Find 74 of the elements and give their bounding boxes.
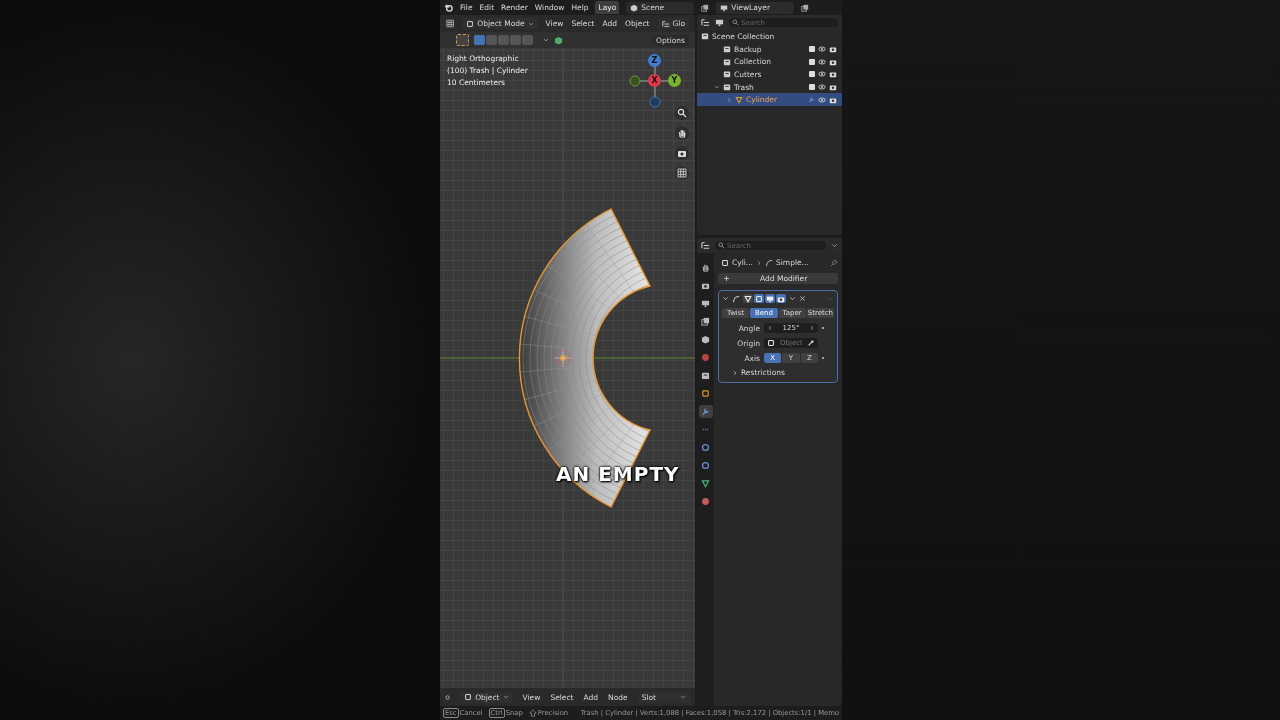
eye-icon[interactable]: [818, 95, 826, 104]
plus-icon: [723, 275, 730, 282]
editor-type-icon[interactable]: [445, 692, 451, 702]
zoom-icon[interactable]: [677, 108, 687, 118]
camera-icon[interactable]: [829, 70, 837, 79]
select-tool-icon[interactable]: [456, 34, 469, 46]
caret-icon[interactable]: [789, 295, 796, 302]
scene-icon: [630, 3, 639, 12]
eye-icon[interactable]: [818, 70, 826, 79]
caret-icon: [680, 694, 686, 700]
chevron-down-icon[interactable]: [722, 295, 729, 302]
toggle-button[interactable]: [743, 294, 753, 303]
collection-box-icon: [701, 32, 709, 41]
camera-icon: [777, 294, 785, 303]
camera-icon[interactable]: [677, 148, 687, 158]
chevron-icon[interactable]: [543, 37, 549, 43]
pin-icon[interactable]: [830, 258, 838, 267]
grid-icon[interactable]: [677, 168, 687, 178]
checkbox[interactable]: [809, 84, 815, 91]
origin-marker-icon[interactable]: [553, 348, 573, 368]
tri-icon: [744, 294, 752, 303]
caret-icon[interactable]: [831, 242, 838, 249]
display-mode-icon[interactable]: [701, 18, 710, 27]
close-icon[interactable]: [799, 295, 806, 302]
checkbox[interactable]: [809, 71, 815, 78]
eye-icon[interactable]: [818, 83, 826, 92]
chevron-right-icon[interactable]: [809, 325, 815, 331]
axis-ball[interactable]: Z: [648, 54, 661, 67]
box-icon: [701, 371, 710, 380]
properties-tab[interactable]: [698, 405, 713, 418]
search-icon: [718, 242, 725, 249]
toggle-button[interactable]: [754, 294, 764, 303]
sphere-icon: [701, 497, 710, 506]
caret-icon: [502, 694, 509, 700]
axis-ball[interactable]: X: [648, 74, 661, 87]
chevron-right-icon: [756, 259, 762, 266]
caret-icon: [527, 20, 534, 27]
chevron-down-icon[interactable]: [713, 84, 720, 91]
copy-icon[interactable]: [801, 3, 810, 12]
camera-icon[interactable]: [829, 95, 837, 104]
wrench-icon: [701, 407, 710, 416]
eyedropper-icon[interactable]: [807, 339, 815, 347]
checkbox[interactable]: [809, 46, 815, 53]
scene-icon: [701, 335, 710, 344]
camera-icon[interactable]: [829, 57, 837, 66]
toggle-button[interactable]: [776, 294, 786, 303]
camera-icon[interactable]: [829, 83, 837, 92]
checkbox[interactable]: [809, 58, 815, 65]
blender-logo-icon[interactable]: [444, 3, 453, 12]
properties-tab[interactable]: [698, 477, 713, 490]
monitor-icon: [766, 294, 774, 303]
collection-box-icon: [723, 57, 731, 66]
ring-icon: [701, 461, 710, 470]
chevron-left-icon[interactable]: [767, 325, 773, 331]
eye-icon[interactable]: [818, 57, 826, 66]
search-icon: [732, 19, 739, 26]
editor-type-icon[interactable]: [701, 241, 710, 250]
collection-box-icon: [723, 70, 731, 79]
hand-icon[interactable]: [677, 128, 687, 138]
triangle-icon: [701, 479, 710, 488]
toggle-button[interactable]: [765, 294, 775, 303]
axis-ball[interactable]: Y: [668, 74, 681, 87]
copy-icon[interactable]: [701, 3, 710, 12]
editor-type-icon[interactable]: [446, 19, 455, 28]
curve-icon: [765, 258, 773, 267]
shift-arrow-icon: [528, 709, 537, 717]
square-icon: [701, 389, 710, 398]
curve-icon: [732, 294, 740, 303]
collection-box-icon: [723, 83, 731, 92]
eye-icon[interactable]: [818, 45, 826, 54]
collection-box-icon: [723, 45, 731, 54]
camera-icon[interactable]: [829, 45, 837, 54]
hexagon-icon[interactable]: [554, 35, 563, 45]
modifier-wrench-icon: [808, 96, 815, 104]
